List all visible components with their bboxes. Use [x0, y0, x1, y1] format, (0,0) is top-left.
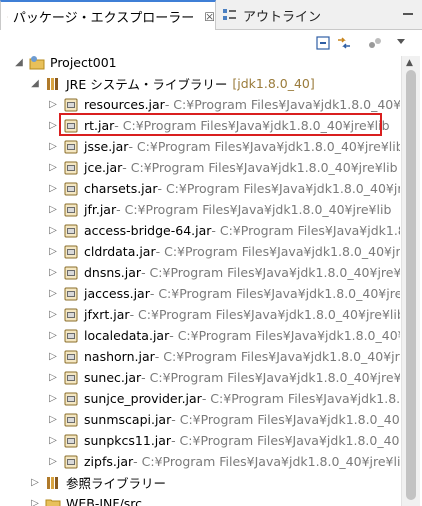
collapsed-arrow-icon[interactable]: ▷	[48, 246, 58, 257]
collapsed-arrow-icon[interactable]: ▷	[48, 183, 58, 194]
collapsed-arrow-icon[interactable]: ▷	[48, 162, 58, 173]
jar-icon	[64, 224, 78, 237]
jar-icon	[64, 119, 78, 132]
view-menu-icon[interactable]	[396, 38, 406, 46]
tree-item-jar[interactable]: ▷ charsets.jar - C:¥Program Files¥Java¥jd…	[0, 178, 400, 199]
jar-icon	[64, 392, 78, 405]
focus-icon[interactable]	[368, 36, 382, 50]
package-explorer-icon	[7, 16, 8, 17]
collapsed-arrow-icon[interactable]: ▷	[48, 309, 58, 320]
scroll-up-icon[interactable]: ▲	[406, 58, 413, 68]
tree-item-jar[interactable]: ▷ localedata.jar - C:¥Program Files¥Java¥…	[0, 325, 400, 346]
close-icon[interactable]: ☒	[204, 10, 215, 24]
jar-icon	[64, 287, 78, 300]
collapsed-arrow-icon[interactable]: ▷	[48, 120, 58, 131]
tab-package-explorer[interactable]: パッケージ・エクスプローラー ☒	[0, 0, 216, 31]
collapsed-arrow-icon[interactable]: ▷	[48, 267, 58, 278]
tree-item-jar[interactable]: ▷ sunmscapi.jar - C:¥Program Files¥Java¥j…	[0, 409, 400, 430]
jar-icon	[64, 329, 78, 342]
jar-icon	[64, 350, 78, 363]
vertical-scrollbar[interactable]: ▲	[401, 56, 420, 506]
library-icon	[47, 77, 58, 90]
tree-item-jar[interactable]: ▷ resources.jar - C:¥Program Files¥Java¥j…	[0, 94, 400, 115]
view-tab-bar: パッケージ・エクスプローラー ☒ アウトライン	[0, 0, 422, 31]
tree-item-jar[interactable]: ▷ jaccess.jar - C:¥Program Files¥Java¥jdk…	[0, 283, 400, 304]
collapsed-arrow-icon[interactable]: ▷	[48, 414, 58, 425]
tree-item-jar[interactable]: ▷ dnsns.jar - C:¥Program Files¥Java¥jdk1.…	[0, 262, 400, 283]
expanded-arrow-icon[interactable]: ◢	[14, 57, 24, 68]
collapsed-arrow-icon[interactable]: ▷	[48, 372, 58, 383]
jar-icon	[64, 98, 78, 111]
tree-item-webinf-src[interactable]: ▷ WEB-INF/src	[0, 493, 400, 506]
link-with-editor-icon[interactable]	[336, 36, 352, 50]
tree-item-jar[interactable]: ▷ sunec.jar - C:¥Program Files¥Java¥jdk1.…	[0, 367, 400, 388]
tree-item-jar[interactable]: ▷ jsse.jar - C:¥Program Files¥Java¥jdk1.8…	[0, 136, 400, 157]
collapsed-arrow-icon[interactable]: ▷	[48, 204, 58, 215]
tree-item-jar[interactable]: ▷ jfr.jar - C:¥Program Files¥Java¥jdk1.8.…	[0, 199, 400, 220]
collapse-all-icon[interactable]	[316, 36, 330, 50]
tree-item-jar[interactable]: ▷ zipfs.jar - C:¥Program Files¥Java¥jdk1.…	[0, 451, 400, 472]
jar-icon	[64, 413, 78, 426]
tree-item-jar[interactable]: ▷ sunjce_provider.jar - C:¥Program Files¥…	[0, 388, 400, 409]
tree-item-jar[interactable]: ▷ jce.jar - C:¥Program Files¥Java¥jdk1.8.…	[0, 157, 400, 178]
package-tree: ◢ Project001 ◢ JRE システム・ライブラリー [jdk1.8.0…	[0, 52, 400, 506]
jar-icon	[64, 308, 78, 321]
tab-label: アウトライン	[243, 9, 322, 25]
project-folder-icon	[29, 55, 45, 69]
tree-item-jar[interactable]: ▷ cldrdata.jar - C:¥Program Files¥Java¥jd…	[0, 241, 400, 262]
collapsed-arrow-icon[interactable]: ▷	[30, 477, 40, 488]
jar-icon	[64, 203, 78, 216]
tab-outline[interactable]: アウトライン	[218, 0, 358, 30]
source-folder-icon	[45, 499, 61, 506]
jar-icon	[64, 371, 78, 384]
minimize-icon[interactable]	[402, 9, 414, 19]
tree-item-jre[interactable]: ◢ JRE システム・ライブラリー [jdk1.8.0_40]	[0, 73, 400, 94]
jar-icon	[64, 140, 78, 153]
jar-icon	[64, 161, 78, 174]
jar-icon	[64, 266, 78, 279]
tree-item-jar[interactable]: ▷ access-bridge-64.jar - C:¥Program Files…	[0, 220, 400, 241]
collapsed-arrow-icon[interactable]: ▷	[48, 351, 58, 362]
jar-icon	[64, 182, 78, 195]
library-icon	[47, 476, 58, 489]
tree-item-jar[interactable]: ▷ nashorn.jar - C:¥Program Files¥Java¥jdk…	[0, 346, 400, 367]
tree-item-jar[interactable]: ▷ sunpkcs11.jar - C:¥Program Files¥Java¥j…	[0, 430, 400, 451]
collapsed-arrow-icon[interactable]: ▷	[48, 99, 58, 110]
outline-icon	[223, 9, 236, 20]
collapsed-arrow-icon[interactable]: ▷	[48, 330, 58, 341]
scrollbar-thumb[interactable]	[406, 70, 416, 500]
collapsed-arrow-icon[interactable]: ▷	[48, 456, 58, 467]
tree-item-project[interactable]: ◢ Project001	[0, 52, 400, 73]
collapsed-arrow-icon[interactable]: ▷	[48, 393, 58, 404]
tab-label: パッケージ・エクスプローラー	[12, 11, 195, 26]
jar-icon	[64, 434, 78, 447]
expanded-arrow-icon[interactable]: ◢	[30, 78, 40, 89]
tree-item-jar[interactable]: ▷ rt.jar - C:¥Program Files¥Java¥jdk1.8.0…	[0, 115, 400, 136]
tree-item-references[interactable]: ▷ 参照ライブラリー	[0, 472, 400, 493]
collapsed-arrow-icon[interactable]: ▷	[48, 435, 58, 446]
collapsed-arrow-icon[interactable]: ▷	[48, 288, 58, 299]
collapsed-arrow-icon[interactable]: ▷	[30, 498, 40, 506]
jar-icon	[64, 455, 78, 468]
jar-icon	[64, 245, 78, 258]
tree-item-jar[interactable]: ▷ jfxrt.jar - C:¥Program Files¥Java¥jdk1.…	[0, 304, 400, 325]
collapsed-arrow-icon[interactable]: ▷	[48, 225, 58, 236]
collapsed-arrow-icon[interactable]: ▷	[48, 141, 58, 152]
